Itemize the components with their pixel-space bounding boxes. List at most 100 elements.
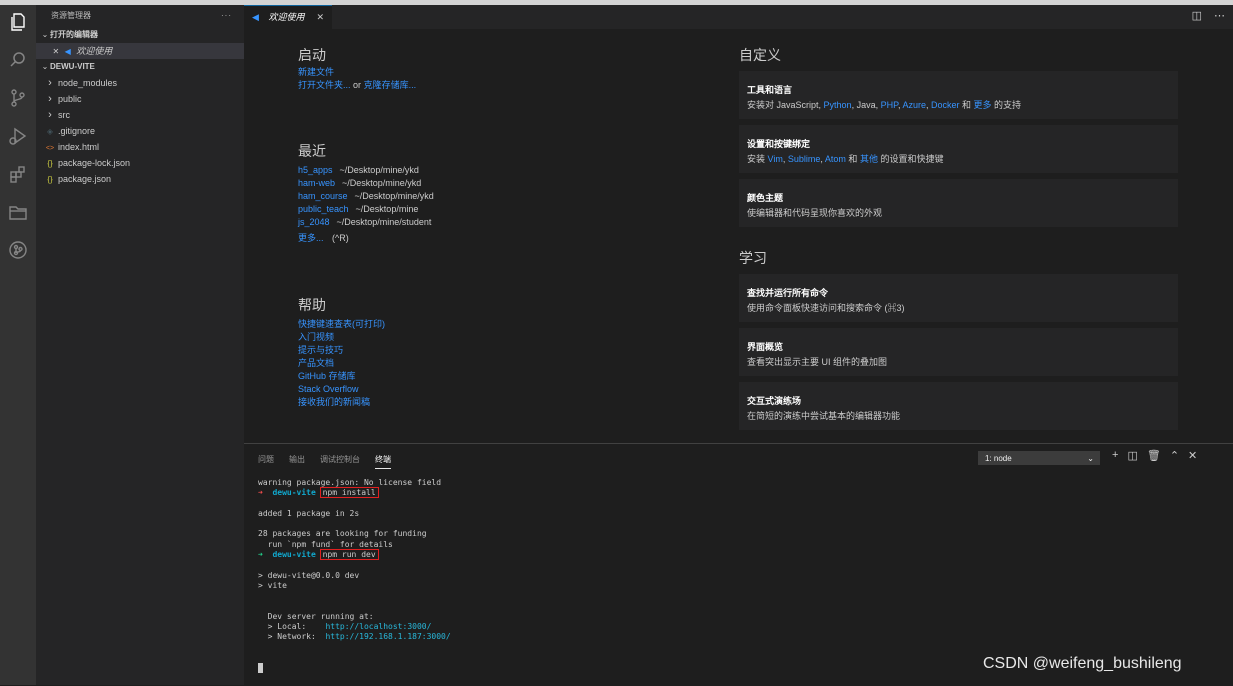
explorer-title-text: 资源管理器 xyxy=(51,11,91,20)
help-link[interactable]: 快捷键速查表(可打印) xyxy=(298,319,385,329)
help-link[interactable]: 入门视频 xyxy=(298,332,334,342)
network-url-link[interactable]: http://192.168.1.187:3000/ xyxy=(325,632,450,641)
other-keymaps-link[interactable]: 其他 xyxy=(860,154,878,164)
watermark-text: CSDN @weifeng_bushileng xyxy=(983,655,1182,672)
sublime-link[interactable]: Sublime xyxy=(788,154,821,164)
learn-heading: 学习 xyxy=(739,250,767,266)
recent-item-link[interactable]: ham_course xyxy=(298,191,348,201)
file-tree-item[interactable]: › public xyxy=(36,91,244,107)
local-url-link[interactable]: http://localhost:3000/ xyxy=(325,622,431,631)
help-item: Stack Overflow xyxy=(298,383,359,396)
help-link[interactable]: 提示与技巧 xyxy=(298,345,343,355)
close-panel-icon[interactable]: ✕ xyxy=(1188,449,1197,462)
explorer-more-button[interactable]: ··· xyxy=(221,5,232,27)
recent-item-link[interactable]: h5_apps xyxy=(298,165,333,175)
azure-link[interactable]: Azure xyxy=(902,100,926,110)
bottom-panel: 问题 输出 调试控制台 终端 1: node ⌄ + ◫ 🗑 ⌃ ✕ warning … xyxy=(244,443,1233,686)
remote-explorer-icon[interactable] xyxy=(7,201,29,223)
recent-more-link[interactable]: 更多... xyxy=(298,233,324,243)
chevron-up-icon[interactable]: ⌃ xyxy=(1170,449,1179,462)
extensions-icon[interactable] xyxy=(7,163,29,185)
help-item: 提示与技巧 xyxy=(298,344,343,357)
more-languages-link[interactable]: 更多 xyxy=(974,100,992,110)
recent-item-link[interactable]: public_teach xyxy=(298,204,349,214)
recent-item: public_teach ~/Desktop/mine xyxy=(298,203,418,216)
learn-card[interactable]: 交互式演练场 在简短的演练中尝试基本的编辑器功能 xyxy=(739,382,1178,430)
help-link[interactable]: 接收我们的新闻稿 xyxy=(298,397,370,407)
settings-keybindings-card[interactable]: 设置和按键绑定 安装 Vim, Sublime, Atom 和 其他 的设置和快… xyxy=(739,125,1178,173)
php-link[interactable]: PHP xyxy=(881,100,898,110)
terminal-line: warning package.json: No license field xyxy=(258,478,442,487)
file-tree: › node_modules › public › src ◈ .gitignore <> ind… xyxy=(36,75,244,187)
help-link[interactable]: 产品文档 xyxy=(298,358,334,368)
start-heading: 启动 xyxy=(298,47,326,63)
learn-card[interactable]: 查找并运行所有命令 使用命令面板快速访问和搜索命令 (⌘3) xyxy=(739,274,1178,322)
help-item: 入门视频 xyxy=(298,331,334,344)
learn-card[interactable]: 界面概览 查看突出显示主要 UI 组件的叠加图 xyxy=(739,328,1178,376)
color-theme-card[interactable]: 颜色主题 使编辑器和代码呈现你喜欢的外观 xyxy=(739,179,1178,227)
panel-tab[interactable]: 输出 xyxy=(289,454,305,465)
card-title: 交互式演练场 xyxy=(747,396,802,406)
new-file-link[interactable]: 新建文件 xyxy=(298,67,334,77)
project-header[interactable]: ⌄ DEWU-VITE xyxy=(36,59,244,75)
clone-repo-link[interactable]: 克隆存储库... xyxy=(364,80,417,90)
python-link[interactable]: Python xyxy=(824,100,852,110)
terminal-line: > Network: xyxy=(258,632,326,642)
card-desc: 安装 Vim, Sublime, Atom 和 其他 的设置和快捷键 xyxy=(747,152,943,165)
tab-welcome[interactable]: ◀ 欢迎使用 ✕ xyxy=(244,5,332,30)
chevron-right-icon: › xyxy=(48,93,52,105)
terminal-select[interactable]: 1: node ⌄ xyxy=(978,451,1100,465)
json-file-icon: {} xyxy=(47,175,53,184)
open-editor-item[interactable]: ✕ ◀ 欢迎使用 xyxy=(36,43,244,59)
split-editor-icon[interactable]: ◫ xyxy=(1192,9,1202,22)
source-control-icon[interactable] xyxy=(7,87,29,109)
prompt-dir: dewu-vite xyxy=(272,488,316,498)
tab-welcome-label: 欢迎使用 xyxy=(268,12,305,22)
file-tree-item[interactable]: {} package.json xyxy=(36,171,244,187)
more-actions-icon[interactable]: ⋯ xyxy=(1214,9,1225,22)
terminal-line: run `npm fund` for details xyxy=(258,539,393,549)
recent-item-link[interactable]: js_2048 xyxy=(298,217,330,227)
file-tree-item[interactable]: {} package-lock.json xyxy=(36,155,244,171)
file-tree-item[interactable]: › node_modules xyxy=(36,75,244,91)
atom-link[interactable]: Atom xyxy=(825,154,846,164)
terminal-line: > Local: xyxy=(258,622,326,632)
search-icon[interactable] xyxy=(7,49,29,71)
help-link[interactable]: Stack Overflow xyxy=(298,384,359,394)
open-folder-link[interactable]: 打开文件夹... xyxy=(298,80,351,90)
recent-item: js_2048 ~/Desktop/mine/student xyxy=(298,216,431,229)
card-title: 工具和语言 xyxy=(747,85,793,95)
file-tree-label: src xyxy=(58,110,70,120)
trash-icon[interactable]: 🗑 xyxy=(1147,449,1161,462)
panel-tab[interactable]: 问题 xyxy=(258,454,274,465)
terminal-output[interactable]: warning package.json: No license field ➜… xyxy=(258,478,451,674)
tab-close-icon[interactable]: ✕ xyxy=(316,6,324,28)
explorer-icon[interactable] xyxy=(7,11,29,33)
file-tree-item[interactable]: › src xyxy=(36,107,244,123)
help-link[interactable]: GitHub 存储库 xyxy=(298,371,356,381)
file-tree-item[interactable]: ◈ .gitignore xyxy=(36,123,244,139)
card-title: 查找并运行所有命令 xyxy=(747,288,829,298)
terminal-command: npm run dev xyxy=(319,549,379,561)
prompt-arrow: ➜ xyxy=(258,550,263,560)
chevron-down-icon: ⌄ xyxy=(41,62,49,71)
explorer-sidebar: 资源管理器 ··· ⌄ 打开的编辑器 ✕ ◀ 欢迎使用 ⌄ DEWU-VITE › n… xyxy=(36,5,244,685)
terminal-line: added 1 package in 2s xyxy=(258,508,360,518)
panel-tab[interactable]: 调试控制台 xyxy=(320,454,360,465)
close-icon[interactable]: ✕ xyxy=(53,47,60,56)
new-terminal-icon[interactable]: + xyxy=(1112,449,1118,462)
run-debug-icon[interactable] xyxy=(7,125,29,147)
split-terminal-icon[interactable]: ◫ xyxy=(1127,449,1137,462)
file-tree-item[interactable]: <> index.html xyxy=(36,139,244,155)
vim-link[interactable]: Vim xyxy=(768,154,783,164)
recent-item-link[interactable]: ham-web xyxy=(298,178,335,188)
panel-tab[interactable]: 终端 xyxy=(375,454,391,469)
open-editor-label: 欢迎使用 xyxy=(76,46,113,56)
gitlens-icon[interactable] xyxy=(7,239,29,261)
recent-item: h5_apps ~/Desktop/mine/ykd xyxy=(298,164,419,177)
card-desc: 查看突出显示主要 UI 组件的叠加图 xyxy=(747,357,888,367)
tools-languages-card[interactable]: 工具和语言 安装对 JavaScript, Python, Java, PHP,… xyxy=(739,71,1178,119)
terminal-cursor xyxy=(258,663,263,674)
open-editors-header[interactable]: ⌄ 打开的编辑器 xyxy=(36,27,244,43)
docker-link[interactable]: Docker xyxy=(931,100,960,110)
